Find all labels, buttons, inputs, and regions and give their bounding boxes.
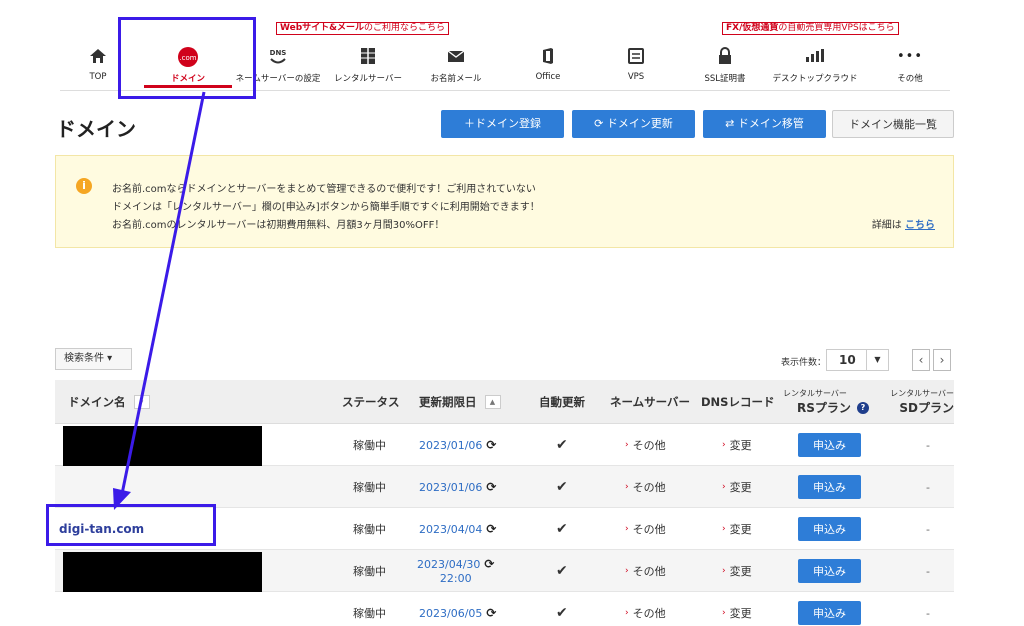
annotation-arrow — [113, 91, 206, 510]
